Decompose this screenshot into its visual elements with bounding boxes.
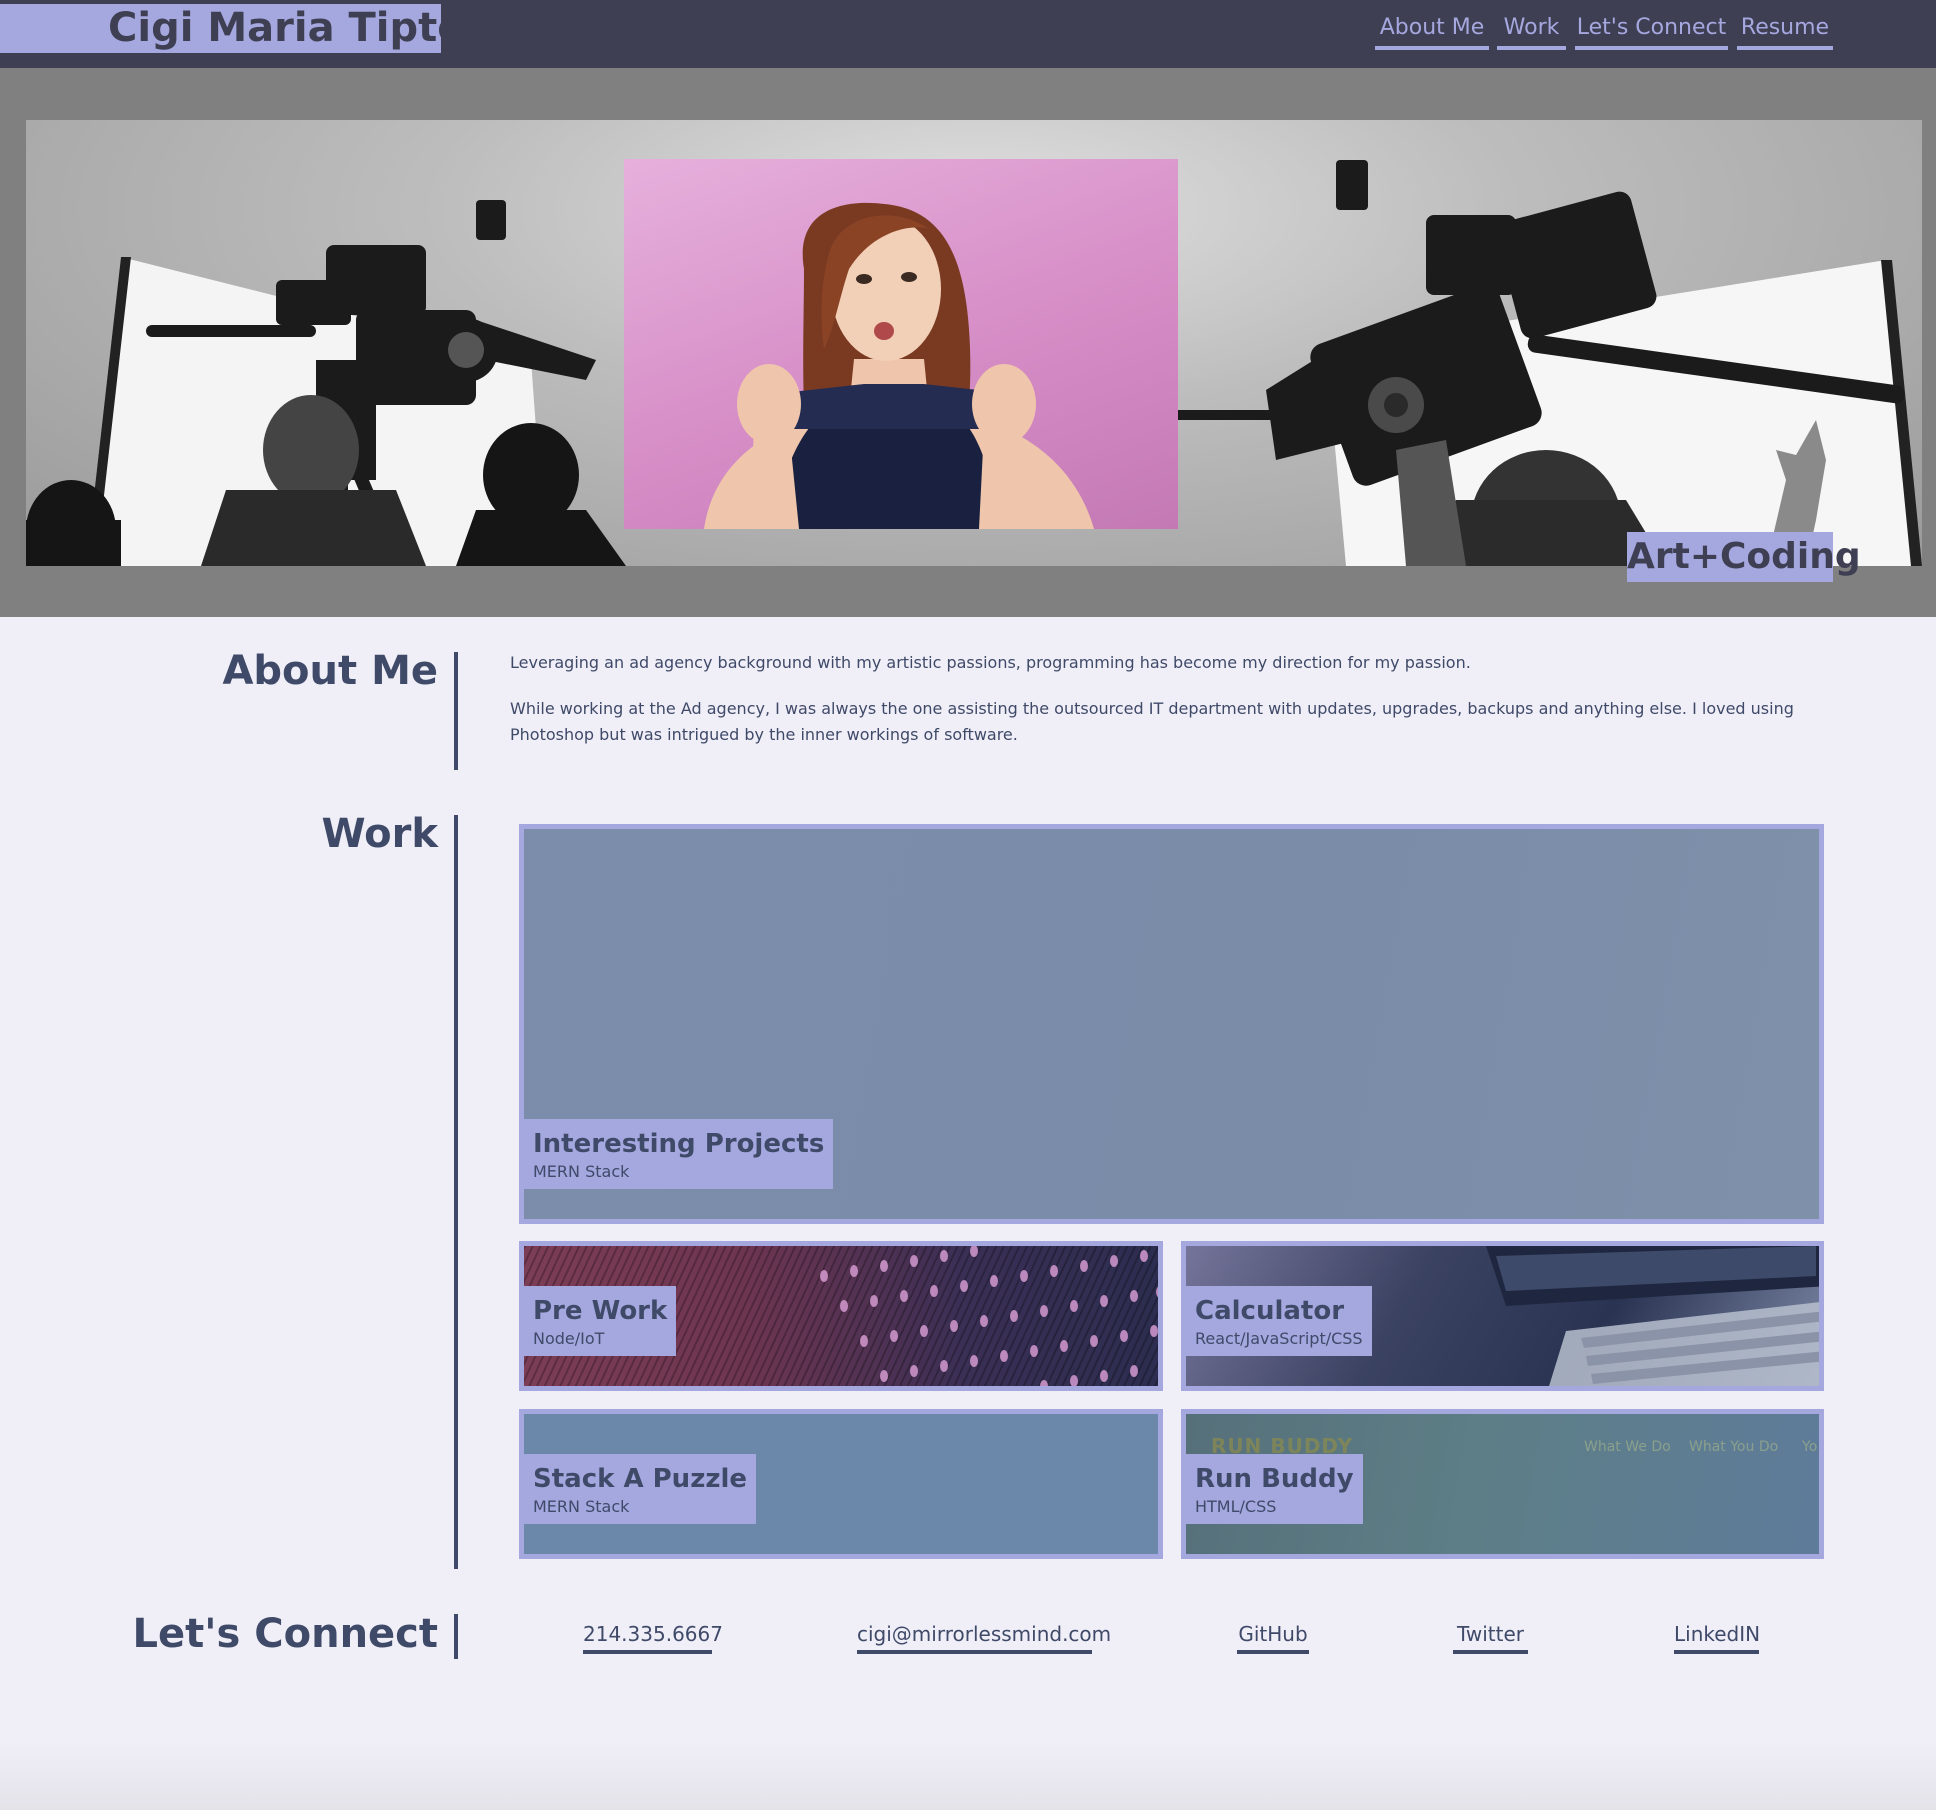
project-card-interesting-projects[interactable]: Interesting Projects MERN Stack — [519, 824, 1824, 1224]
project-card-pre-work[interactable]: Pre Work Node/IoT — [519, 1241, 1163, 1391]
hero-banner-image — [26, 120, 1922, 566]
project-stack: HTML/CSS — [1195, 1497, 1277, 1516]
connect-heading: Let's Connect — [132, 1611, 438, 1657]
art-coding-badge: Art+Coding — [1627, 532, 1861, 582]
email-link[interactable]: cigi@mirrorlessmind.com — [857, 1620, 1111, 1654]
project-label: Calculator React/JavaScript/CSS — [1186, 1286, 1372, 1356]
site-title[interactable]: Cigi Maria Tipton — [0, 4, 493, 53]
phone-link[interactable]: 214.335.6667 — [583, 1620, 723, 1654]
project-title: Pre Work — [533, 1296, 668, 1326]
work-heading: Work — [321, 811, 438, 857]
project-title: Calculator — [1195, 1296, 1345, 1326]
project-label: Run Buddy HTML/CSS — [1186, 1454, 1363, 1524]
project-title: Interesting Projects — [533, 1129, 825, 1159]
about-paragraph: Leveraging an ad agency background with … — [510, 653, 1471, 672]
nav-about-me[interactable]: About Me — [1375, 14, 1489, 50]
project-card-run-buddy[interactable]: RUN BUDDY What We Do What You Do Yo Run … — [1181, 1409, 1824, 1559]
project-title: Run Buddy — [1195, 1464, 1354, 1494]
linkedin-link[interactable]: LinkedIN — [1674, 1620, 1760, 1654]
nav-work[interactable]: Work — [1497, 14, 1566, 50]
about-text: Leveraging an ad agency background with … — [510, 650, 1810, 768]
project-stack: MERN Stack — [533, 1497, 630, 1516]
nav-resume[interactable]: Resume — [1737, 14, 1833, 50]
about-heading: About Me — [222, 648, 438, 694]
about-paragraph: While working at the Ad agency, I was al… — [510, 699, 1794, 744]
project-title: Stack A Puzzle — [533, 1464, 748, 1494]
run-buddy-nav-item: Yo — [1802, 1439, 1818, 1455]
site-header: Cigi Maria Tipton About Me Work Let's Co… — [0, 0, 1936, 68]
twitter-link[interactable]: Twitter — [1453, 1620, 1528, 1654]
project-label: Pre Work Node/IoT — [524, 1286, 677, 1356]
run-buddy-nav-item: What We Do — [1584, 1439, 1671, 1455]
project-label: Interesting Projects MERN Stack — [524, 1119, 834, 1189]
nav-lets-connect[interactable]: Let's Connect — [1575, 14, 1728, 50]
project-card-stack-a-puzzle[interactable]: Stack A Puzzle MERN Stack — [519, 1409, 1163, 1559]
work-divider — [454, 815, 458, 1569]
woman-portrait — [704, 202, 1094, 529]
connect-divider — [454, 1614, 458, 1659]
portrait-photo — [624, 159, 1178, 529]
project-stack: Node/IoT — [533, 1329, 605, 1348]
github-link[interactable]: GitHub — [1237, 1620, 1309, 1654]
project-card-calculator[interactable]: Calculator React/JavaScript/CSS — [1181, 1241, 1824, 1391]
about-divider — [454, 652, 458, 770]
run-buddy-nav-item: What You Do — [1689, 1439, 1779, 1455]
project-label: Stack A Puzzle MERN Stack — [524, 1454, 757, 1524]
project-stack: MERN Stack — [533, 1162, 630, 1181]
project-stack: React/JavaScript/CSS — [1195, 1329, 1363, 1348]
